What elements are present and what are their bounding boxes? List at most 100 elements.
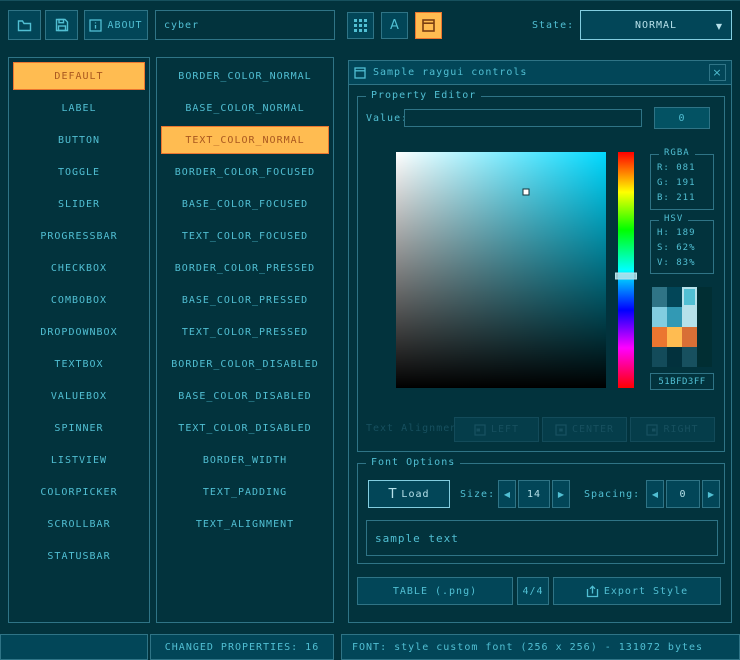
hex-color-box[interactable]: 51BFD3FF: [650, 373, 714, 390]
export-icon: [586, 585, 599, 598]
style-swatch-15[interactable]: [697, 347, 712, 367]
control-item-combobox[interactable]: COMBOBOX: [13, 286, 145, 314]
control-item-scrollbar[interactable]: SCROLLBAR: [13, 510, 145, 538]
hue-slider-cursor: [615, 272, 637, 279]
hex-color-value: 51BFD3FF: [658, 377, 705, 387]
color-panel-marker: [523, 189, 530, 196]
hue-slider[interactable]: [618, 152, 634, 388]
align-left-icon: [474, 424, 486, 436]
style-swatch-14[interactable]: [682, 347, 697, 367]
property-item-text_color_normal[interactable]: TEXT_COLOR_NORMAL: [161, 126, 329, 154]
font-options-group-label: Font Options: [366, 457, 460, 468]
control-item-button[interactable]: BUTTON: [13, 126, 145, 154]
property-item-border_width[interactable]: BORDER_WIDTH: [161, 446, 329, 474]
hsv-h-value: H: 189: [657, 228, 696, 238]
font-spacing-label: Spacing:: [584, 489, 640, 500]
style-swatch-4[interactable]: [652, 307, 667, 327]
style-swatch-11[interactable]: [697, 327, 712, 347]
style-swatch-8[interactable]: [652, 327, 667, 347]
export-style-button[interactable]: Export Style: [553, 577, 721, 605]
chevron-down-icon: ▼: [716, 22, 722, 31]
style-swatch-5[interactable]: [667, 307, 682, 327]
property-item-text_color_disabled[interactable]: TEXT_COLOR_DISABLED: [161, 414, 329, 442]
statusbar-left: [0, 634, 148, 660]
property-item-base_color_disabled[interactable]: BASE_COLOR_DISABLED: [161, 382, 329, 410]
control-item-valuebox[interactable]: VALUEBOX: [13, 382, 145, 410]
property-item-border_color_pressed[interactable]: BORDER_COLOR_PRESSED: [161, 254, 329, 282]
view-style-table-button[interactable]: [347, 12, 374, 39]
color-panel[interactable]: [396, 152, 606, 388]
font-size-value: 14: [527, 489, 541, 500]
style-swatch-9[interactable]: [667, 327, 682, 347]
font-t-icon: T: [388, 487, 396, 502]
property-item-base_color_pressed[interactable]: BASE_COLOR_PRESSED: [161, 286, 329, 314]
style-swatch-6[interactable]: [682, 307, 697, 327]
control-item-colorpicker[interactable]: COLORPICKER: [13, 478, 145, 506]
view-color-panel-button[interactable]: [415, 12, 442, 39]
control-item-listview[interactable]: LISTVIEW: [13, 446, 145, 474]
hsv-group-label: HSV: [659, 214, 688, 224]
table-pages-valuebox[interactable]: 4/4: [517, 577, 549, 605]
open-style-button[interactable]: [8, 10, 41, 40]
load-font-button[interactable]: T Load: [368, 480, 450, 508]
style-swatch-12[interactable]: [652, 347, 667, 367]
arrow-right-icon: ▶: [558, 490, 564, 499]
property-editor-group: Property Editor Value: 0 RGBA R: 081 G: …: [357, 96, 725, 452]
save-style-button[interactable]: [45, 10, 78, 40]
font-spacing-value: 0: [679, 489, 686, 500]
property-item-border_color_focused[interactable]: BORDER_COLOR_FOCUSED: [161, 158, 329, 186]
control-item-progressbar[interactable]: PROGRESSBAR: [13, 222, 145, 250]
value-input[interactable]: [404, 109, 642, 127]
export-table-format-button[interactable]: TABLE (.png): [357, 577, 513, 605]
close-icon[interactable]: ×: [709, 64, 726, 81]
control-item-label[interactable]: LABEL: [13, 94, 145, 122]
control-item-textbox[interactable]: TEXTBOX: [13, 350, 145, 378]
info-icon: [89, 19, 102, 32]
align-center-button[interactable]: CENTER: [542, 417, 627, 442]
align-right-icon: [646, 424, 658, 436]
about-button[interactable]: ABOUT: [84, 10, 148, 40]
align-right-button[interactable]: RIGHT: [630, 417, 715, 442]
font-spacing-valuebox[interactable]: 0: [666, 480, 700, 508]
sample-controls-window: Sample raygui controls × Property Editor…: [348, 60, 732, 623]
rgba-b-value: B: 211: [657, 193, 696, 203]
style-swatch-3[interactable]: [697, 287, 712, 307]
control-item-toggle[interactable]: TOGGLE: [13, 158, 145, 186]
style-name-input[interactable]: [155, 10, 335, 40]
style-swatch-1[interactable]: [667, 287, 682, 307]
load-font-button-label: Load: [401, 489, 429, 500]
property-item-border_color_disabled[interactable]: BORDER_COLOR_DISABLED: [161, 350, 329, 378]
value-counter-box[interactable]: 0: [654, 107, 710, 129]
property-item-border_color_normal[interactable]: BORDER_COLOR_NORMAL: [161, 62, 329, 90]
style-swatch-grid: [652, 287, 712, 367]
control-item-checkbox[interactable]: CHECKBOX: [13, 254, 145, 282]
hsv-group: HSV H: 189 S: 62% V: 83%: [650, 220, 714, 274]
control-item-statusbar[interactable]: STATUSBAR: [13, 542, 145, 570]
style-swatch-13[interactable]: [667, 347, 682, 367]
property-item-base_color_focused[interactable]: BASE_COLOR_FOCUSED: [161, 190, 329, 218]
align-left-button[interactable]: LEFT: [454, 417, 539, 442]
font-spacing-decrement-button[interactable]: ◀: [646, 480, 664, 508]
window-icon: [354, 67, 366, 79]
control-item-dropdownbox[interactable]: DROPDOWNBOX: [13, 318, 145, 346]
font-spacing-increment-button[interactable]: ▶: [702, 480, 720, 508]
control-item-default[interactable]: DEFAULT: [13, 62, 145, 90]
style-swatch-0[interactable]: [652, 287, 667, 307]
window-title: Sample raygui controls: [373, 67, 527, 78]
control-item-slider[interactable]: SLIDER: [13, 190, 145, 218]
style-swatch-10[interactable]: [682, 327, 697, 347]
property-item-text_padding[interactable]: TEXT_PADDING: [161, 478, 329, 506]
property-item-base_color_normal[interactable]: BASE_COLOR_NORMAL: [161, 94, 329, 122]
font-sample-textbox[interactable]: [366, 520, 718, 556]
style-swatch-7[interactable]: [697, 307, 712, 327]
property-item-text_color_focused[interactable]: TEXT_COLOR_FOCUSED: [161, 222, 329, 250]
view-font-button[interactable]: A: [381, 12, 408, 39]
state-dropdown[interactable]: NORMAL ▼: [580, 10, 732, 40]
font-size-valuebox[interactable]: 14: [518, 480, 550, 508]
control-item-spinner[interactable]: SPINNER: [13, 414, 145, 442]
style-swatch-2[interactable]: [682, 287, 697, 307]
property-item-text_color_pressed[interactable]: TEXT_COLOR_PRESSED: [161, 318, 329, 346]
property-item-text_alignment[interactable]: TEXT_ALIGNMENT: [161, 510, 329, 538]
font-size-increment-button[interactable]: ▶: [552, 480, 570, 508]
font-size-decrement-button[interactable]: ◀: [498, 480, 516, 508]
